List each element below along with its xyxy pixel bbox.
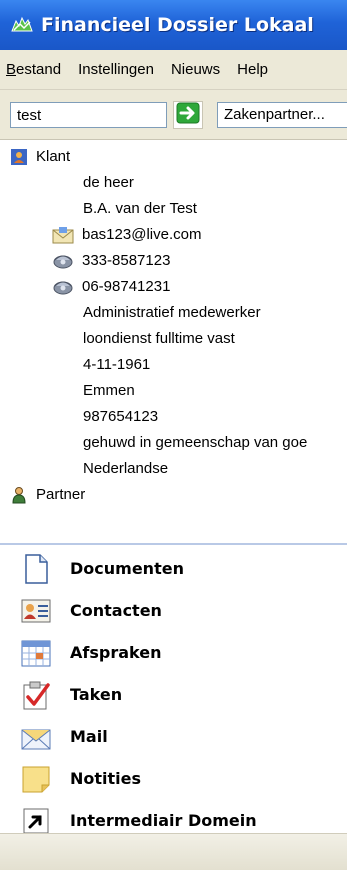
status-bar [0,833,347,870]
nav-label-contacten: Contacten [70,601,162,620]
tree-city: Emmen [83,382,135,399]
menu-nieuws[interactable]: Nieuws [171,61,220,78]
document-icon [20,553,52,585]
tree-nationality: Nederlandse [83,460,169,477]
contact-card-icon [20,595,52,627]
menu-bar: Bestand Instellingen Nieuws Help [0,50,347,90]
nav-mail[interactable]: Mail [0,715,347,758]
tree-marital: gehuwd in gemeenschap van goe [83,434,308,451]
tree-label-partner: Partner [36,486,86,503]
nav-label-documenten: Documenten [70,559,184,578]
mail-icon [20,721,52,753]
shortcut-arrow-icon [20,805,52,837]
nav-label-mail: Mail [70,727,108,746]
nav-taken[interactable]: Taken [0,673,347,716]
arrow-right-icon [176,102,200,128]
phone-icon [52,252,74,270]
nav-label-notities: Notities [70,769,142,788]
client-tree: Klant de heer B.A. van der Test bas123@l… [0,140,347,543]
phone-icon [52,278,74,296]
nav-label-intermediair: Intermediair Domein [70,811,257,830]
nav-documenten[interactable]: Documenten [0,547,347,590]
person-icon [10,486,28,504]
tree-employment: loondienst fulltime vast [83,330,235,347]
navigation-pane: Documenten Contacten Afspraken Taken Mai… [0,543,347,833]
nav-label-afspraken: Afspraken [70,643,162,662]
envelope-icon [52,226,74,244]
window-title: Financieel Dossier Lokaal [41,14,314,36]
tree-birthdate: 4-11-1961 [83,356,151,373]
menu-bestand[interactable]: Bestand [6,61,61,78]
tree-label-klant: Klant [36,148,71,165]
zakenpartner-select[interactable]: Zakenpartner... [217,102,347,128]
tree-email[interactable]: bas123@live.com [52,222,201,247]
app-logo-icon [10,15,34,35]
tree-name: B.A. van der Test [83,200,197,217]
nav-contacten[interactable]: Contacten [0,589,347,632]
nav-notities[interactable]: Notities [0,757,347,800]
toolbar: Zakenpartner... [0,90,347,140]
checkmark-task-icon [20,679,52,711]
tree-email-text: bas123@live.com [82,226,202,243]
menu-instellingen[interactable]: Instellingen [78,61,154,78]
person-card-icon [10,148,28,166]
tree-number: 987654123 [83,408,159,425]
calendar-icon [20,637,52,669]
title-bar: Financieel Dossier Lokaal [0,0,347,50]
tree-node-partner[interactable]: Partner [10,482,85,507]
tree-phone-1-text: 333-8587123 [82,252,171,269]
menu-help[interactable]: Help [237,61,268,78]
tree-salutation: de heer [83,174,134,191]
tree-phone-2-text: 06-98741231 [82,278,171,295]
nav-label-taken: Taken [70,685,123,704]
nav-afspraken[interactable]: Afspraken [0,631,347,674]
go-button[interactable] [173,101,203,129]
tree-phone-1[interactable]: 333-8587123 [52,248,170,273]
tree-node-klant[interactable]: Klant [10,144,70,169]
search-input[interactable] [10,102,167,128]
tree-job: Administratief medewerker [83,304,261,321]
tree-phone-2[interactable]: 06-98741231 [52,274,170,299]
note-icon [20,763,52,795]
